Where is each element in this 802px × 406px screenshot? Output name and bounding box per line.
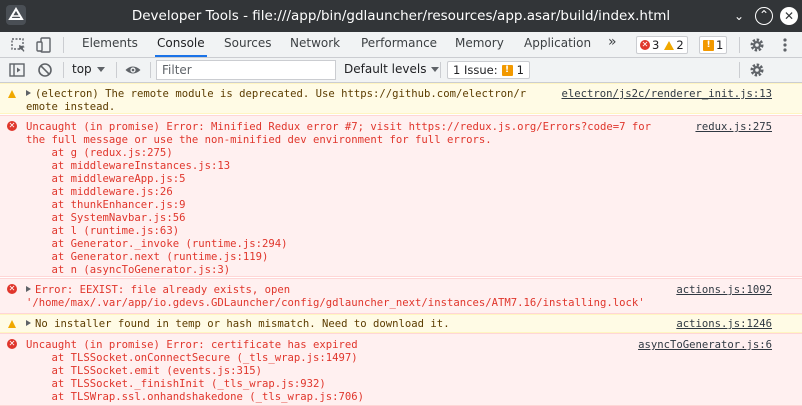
log-levels-label: Default levels <box>344 62 427 76</box>
console-message-error: ✕ Error: EEXIST: file already exists, op… <box>0 278 802 314</box>
issue-icon: ! <box>501 64 513 76</box>
counters-button[interactable]: ✕ 3 2 <box>636 36 688 54</box>
error-icon: ✕ <box>7 284 17 294</box>
clear-console-icon[interactable] <box>36 61 54 79</box>
issue-label: 1 Issue: <box>453 63 498 77</box>
console-toolbar: top Default levels 1 Issue: ! 1 <box>0 58 802 83</box>
issues-counter-button[interactable]: ! 1 <box>699 36 728 54</box>
message-text: Uncaught (in promise) Error: certificate… <box>26 339 358 351</box>
toolbar-divider <box>739 37 740 53</box>
message-source-link[interactable]: actions.js:1092 <box>676 284 772 297</box>
error-icon: ✕ <box>7 339 17 349</box>
stack-frame: at thunkEnhancer.js:9 <box>26 199 186 211</box>
message-source-link[interactable]: asyncToGenerator.js:6 <box>638 339 772 352</box>
stack-frame: at middleware.js:26 <box>26 186 173 198</box>
more-tabs-button[interactable]: » <box>606 32 619 57</box>
message-text: Uncaught (in promise) Error: Minified Re… <box>26 121 652 133</box>
toolbar-divider <box>63 37 64 53</box>
console-message-error: ✕ Uncaught (in promise) Error: Minified … <box>0 115 802 277</box>
message-line: Error: EEXIST: file already exists, open <box>26 284 290 297</box>
console-message-error: ✕ Uncaught (in promise) Error: certifica… <box>0 333 802 406</box>
console-message-warning: No installer found in temp or hash misma… <box>0 314 802 333</box>
chevron-down-icon <box>431 67 440 72</box>
stack-frame: at n (asyncToGenerator.js:3) <box>26 264 231 276</box>
message-line: (electron) The remote module is deprecat… <box>26 88 526 101</box>
context-label: top <box>72 62 92 76</box>
minimize-button[interactable]: ⌄ <box>730 7 748 25</box>
more-options-icon[interactable] <box>776 36 794 54</box>
console-message-warning: (electron) The remote module is deprecat… <box>0 83 802 114</box>
stack-frame: at middlewareApp.js:5 <box>26 173 186 185</box>
issue-icon: ! <box>703 39 714 51</box>
stack-frame: the full message or use the non-minified… <box>26 134 492 146</box>
tab-network[interactable]: Network <box>288 32 342 57</box>
stack-frame: at SystemNavbar.js:56 <box>26 212 186 224</box>
warning-icon <box>664 40 675 50</box>
message-source-link[interactable]: actions.js:1246 <box>676 318 772 331</box>
toolbar-divider <box>116 62 117 78</box>
toolbar-divider <box>739 62 740 78</box>
stack-frame: at TLSSocket._finishInit (_tls_wrap.js:9… <box>26 378 326 390</box>
stack-frame: at middlewareInstances.js:13 <box>26 160 231 172</box>
warning-count: 2 <box>676 38 684 52</box>
maximize-button[interactable]: ⌃ <box>755 7 773 25</box>
tab-sources[interactable]: Sources <box>222 32 273 57</box>
message-source-link[interactable]: electron/js2c/renderer_init.js:13 <box>562 88 772 101</box>
show-sidebar-icon[interactable] <box>8 61 26 79</box>
stack-frame: at TLSSocket.onConnectSecure (_tls_wrap.… <box>26 352 358 364</box>
issue-count: 1 <box>716 38 724 52</box>
device-toolbar-icon[interactable] <box>35 36 53 54</box>
filter-input[interactable] <box>156 60 336 80</box>
context-selector[interactable]: top <box>72 62 105 76</box>
message-line: emote instead. <box>26 101 116 113</box>
stack-frame: at TLSSocket.emit (events.js:315) <box>26 365 263 377</box>
stack-frame: at Generator.next (runtime.js:119) <box>26 251 269 263</box>
issue-count: 1 <box>516 63 524 77</box>
toolbar-divider <box>150 62 151 78</box>
error-count: 3 <box>652 38 660 52</box>
issues-button[interactable]: 1 Issue: ! 1 <box>447 61 530 79</box>
error-icon: ✕ <box>7 121 17 131</box>
window-title: Developer Tools - file:///app/bin/gdlaun… <box>131 8 671 24</box>
tab-memory[interactable]: Memory <box>453 32 506 57</box>
toolbar-divider <box>63 62 64 78</box>
window-titlebar: Developer Tools - file:///app/bin/gdlaun… <box>0 0 802 32</box>
close-button[interactable]: ✕ <box>780 7 798 25</box>
message-line: No installer found in temp or hash misma… <box>26 318 450 331</box>
tab-performance[interactable]: Performance <box>359 32 439 57</box>
tab-console[interactable]: Console <box>155 32 207 57</box>
tab-application[interactable]: Application <box>522 32 593 57</box>
console-settings-gear-icon[interactable] <box>748 61 766 79</box>
stack-frame: at Generator._invoke (runtime.js:294) <box>26 238 288 250</box>
devtools-tabs-bar: Elements Console Sources Network Perform… <box>0 32 802 58</box>
stack-frame: at l (runtime.js:63) <box>26 225 180 237</box>
stack-frame: at TLSWrap.ssl.onhandshakedone (_tls_wra… <box>26 391 365 403</box>
inspect-element-icon[interactable] <box>10 36 28 54</box>
expand-triangle-icon[interactable] <box>26 320 31 326</box>
tab-elements[interactable]: Elements <box>80 32 140 57</box>
settings-gear-icon[interactable] <box>748 36 766 54</box>
log-levels-dropdown[interactable]: Default levels <box>344 62 440 76</box>
expand-triangle-icon[interactable] <box>26 286 31 292</box>
stack-frame: at g (redux.js:275) <box>26 147 173 159</box>
toolbar-divider <box>440 62 441 78</box>
message-line: '/home/max/.var/app/io.gdevs.GDLauncher/… <box>26 297 645 309</box>
chevron-down-icon <box>96 67 105 72</box>
warning-icon <box>8 320 16 328</box>
live-expression-eye-icon[interactable] <box>124 61 142 79</box>
warning-icon <box>8 90 16 98</box>
expand-triangle-icon[interactable] <box>26 90 31 96</box>
console-messages: (electron) The remote module is deprecat… <box>0 83 802 406</box>
error-icon: ✕ <box>640 40 650 50</box>
message-source-link[interactable]: redux.js:275 <box>695 121 772 134</box>
